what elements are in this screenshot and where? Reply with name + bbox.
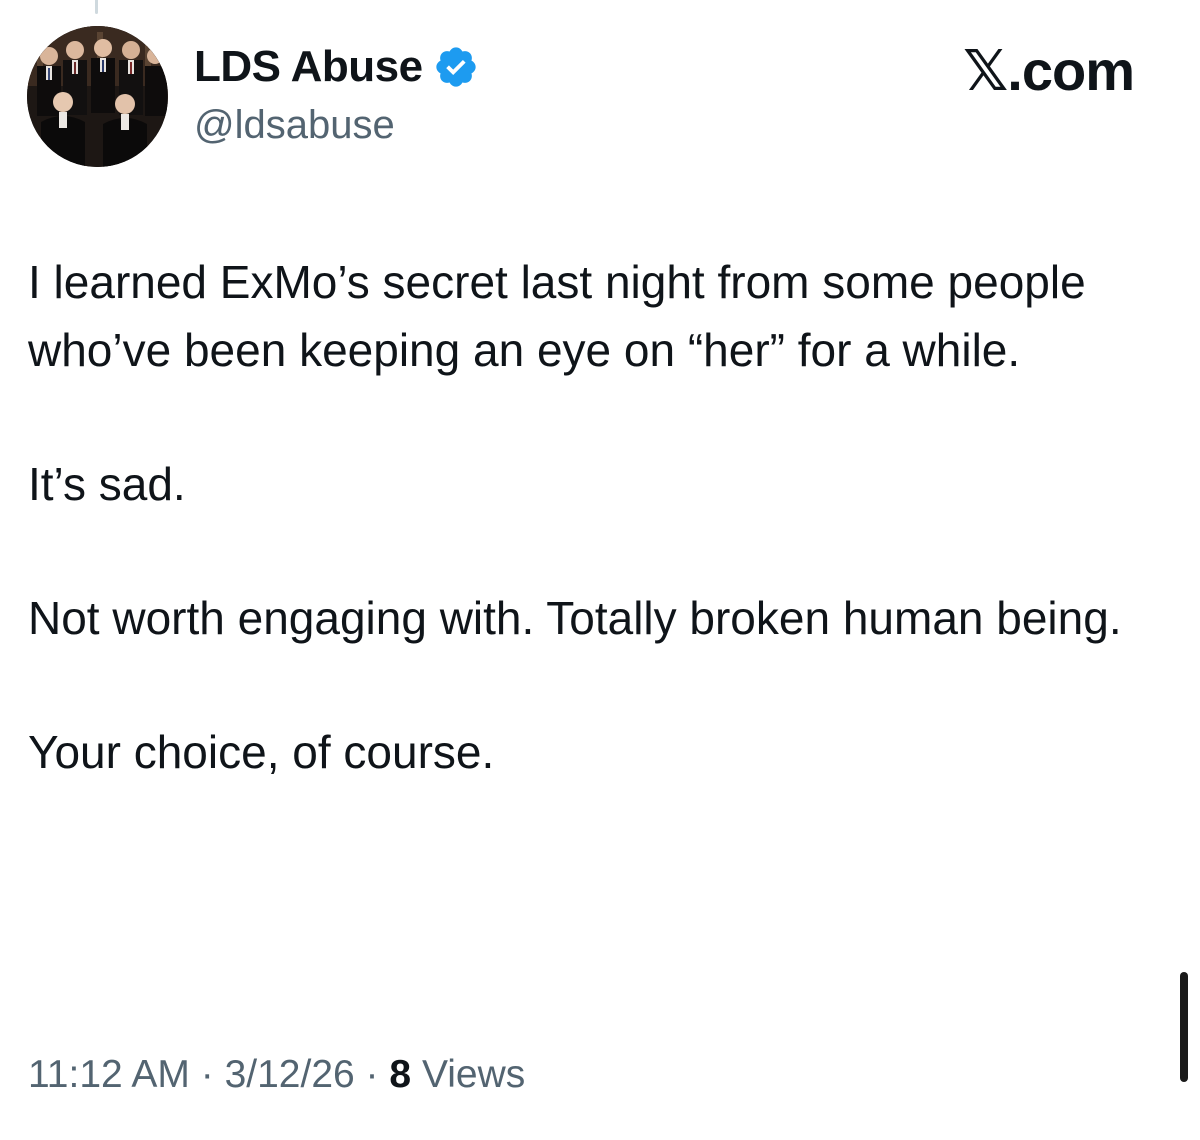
tweet-time[interactable]: 11:12 AM — [28, 1053, 190, 1096]
tweet-metadata: 11:12 AM · 3/12/26 · 8 Views — [28, 1053, 525, 1097]
thread-connector-line — [95, 0, 98, 14]
tweet-paragraph: Your choice, of course. — [28, 726, 495, 778]
scrollbar-thumb[interactable] — [1180, 972, 1188, 1082]
tweet-date[interactable]: 3/12/26 — [225, 1053, 355, 1096]
author-display-name[interactable]: LDS Abuse — [194, 42, 423, 92]
group-photo-avatar-icon — [27, 26, 168, 167]
views-count[interactable]: 8 — [389, 1053, 411, 1096]
avatar[interactable] — [27, 26, 168, 167]
views-label[interactable]: Views — [422, 1053, 525, 1096]
separator-dot: · — [365, 1053, 379, 1096]
author-name-row: LDS Abuse — [194, 40, 479, 94]
tweet-paragraph: Not worth engaging with. Totally broken … — [28, 592, 1122, 644]
x-com-logo: 𝕏.com — [963, 39, 1135, 102]
verified-badge-icon[interactable] — [433, 44, 479, 90]
author-handle[interactable]: @ldsabuse — [194, 103, 395, 148]
separator-dot: · — [200, 1053, 214, 1096]
tweet-text: I learned ExMo’s secret last night from … — [28, 248, 1148, 852]
tweet-paragraph: I learned ExMo’s secret last night from … — [28, 256, 1086, 376]
tweet-paragraph: It’s sad. — [28, 458, 186, 510]
